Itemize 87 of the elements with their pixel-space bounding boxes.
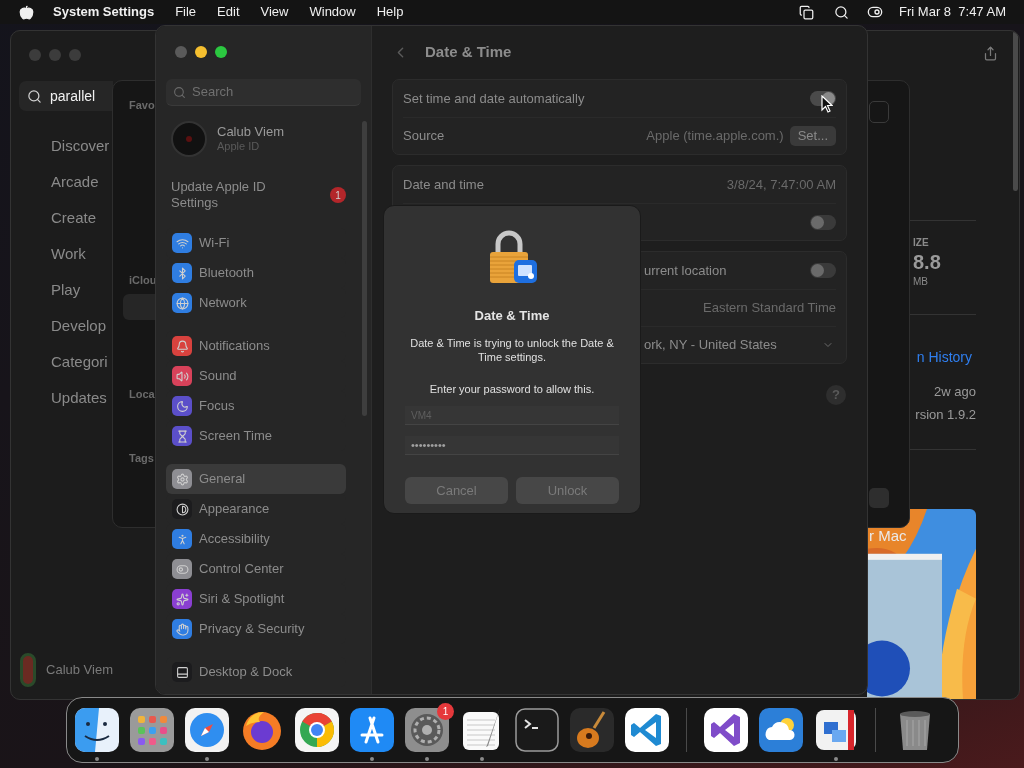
notification-badge: 1 — [437, 703, 454, 720]
menu-item[interactable]: File — [175, 2, 197, 22]
sidebar-heading: Loca — [129, 387, 156, 402]
size-label: IZE — [913, 236, 930, 251]
scrollbar-thumb[interactable] — [1013, 31, 1018, 191]
sidebar-item[interactable]: Create — [11, 200, 113, 236]
sidebar-heading: Favo — [129, 98, 156, 113]
search-field[interactable]: parallel — [19, 81, 113, 111]
app-menu[interactable]: System Settings — [53, 2, 155, 22]
history-link[interactable]: n History — [916, 347, 972, 369]
terminal-icon[interactable] — [513, 706, 561, 754]
location-select[interactable]: ork, NY - United States — [644, 335, 836, 355]
set-button[interactable]: Set... — [789, 126, 836, 146]
search-icon[interactable] — [834, 4, 850, 20]
setting-label: Set time and date automatically — [403, 89, 585, 108]
sidebar-item[interactable]: Develop — [11, 308, 113, 344]
screen-mirroring-icon[interactable] — [799, 4, 815, 20]
setting-label: Date and time — [403, 175, 484, 194]
control-center-icon[interactable] — [867, 4, 884, 20]
sidebar-label: Siri & Spotlight — [199, 590, 285, 609]
setting-value: 3/8/24, 7:47:00 AM — [726, 175, 836, 194]
smiling-face-icon[interactable] — [73, 706, 121, 754]
apple-logo-icon[interactable] — [19, 4, 34, 20]
sidebar-item[interactable]: Updates — [11, 380, 113, 416]
menu-item[interactable]: Window — [309, 2, 356, 22]
code-ribbon-icon[interactable] — [623, 706, 671, 754]
sidebar-label: Control Center — [199, 560, 284, 579]
zoom-button[interactable] — [215, 46, 227, 58]
search-icon — [173, 85, 186, 99]
search-field[interactable]: Search — [166, 79, 361, 106]
size-value: 8.8 — [913, 250, 942, 275]
letter-a-icon[interactable] — [348, 706, 396, 754]
gear-icon[interactable] — [403, 706, 451, 754]
compass-icon[interactable] — [183, 706, 231, 754]
page-title: Date & Time — [425, 41, 512, 62]
notification-badge: 1 — [330, 187, 346, 203]
sidebar-label: General — [199, 470, 246, 489]
dialog-message: Date & Time is trying to unlock the Date & Time settings. — [409, 335, 615, 364]
toggle-switch[interactable] — [810, 214, 836, 230]
dialog-prompt: Enter your password to allow this. — [429, 381, 595, 397]
version-text: rsion 1.9.2 — [915, 405, 976, 424]
menu-clock[interactable]: Fri Mar 8 7:47 AM — [899, 2, 1006, 22]
banner-text: r Mac — [869, 525, 907, 546]
setting-value: Apple (time.apple.com.) — [646, 127, 784, 146]
guitar-icon[interactable] — [568, 706, 616, 754]
sidebar-label: Bluetooth — [199, 264, 254, 283]
setting-label: urrent location — [644, 261, 727, 280]
sidebar-item[interactable]: Discover — [11, 128, 113, 164]
sidebar-label: Sound — [199, 367, 237, 386]
weather-icon[interactable] — [757, 706, 805, 754]
sidebar-item[interactable]: General — [166, 464, 346, 494]
sidebar-label: Desktop & Dock — [199, 663, 293, 682]
menu-item[interactable]: View — [260, 2, 289, 22]
sidebar-label: Privacy & Security — [199, 620, 305, 639]
menu-item[interactable]: Edit — [217, 2, 240, 22]
sidebar-label: Wi-Fi — [199, 234, 230, 253]
minimize-button[interactable] — [195, 46, 207, 58]
avatar — [171, 121, 207, 157]
menu-item[interactable]: Help — [376, 2, 404, 22]
toggle-switch[interactable] — [810, 263, 836, 278]
sidebar-label: Focus — [199, 397, 235, 416]
share-icon[interactable] — [983, 46, 998, 61]
infinity-icon[interactable] — [702, 706, 750, 754]
scrollbar-thumb[interactable] — [362, 121, 367, 416]
sidebar-label: Appearance — [199, 500, 270, 519]
setting-label: Source — [403, 127, 445, 146]
updated-text: 2w ago — [934, 383, 976, 402]
sidebar-item[interactable]: Arcade — [11, 164, 113, 200]
app-grid-icon[interactable] — [128, 706, 176, 754]
sidebar-label: Notifications — [199, 337, 270, 356]
sidebar-heading: Tags — [129, 450, 155, 466]
account-name: Calub Viem — [217, 124, 284, 139]
update-row[interactable]: Update Apple ID Settings 1 — [166, 179, 361, 211]
sidebar-item[interactable]: Play — [11, 272, 113, 308]
cursor-icon — [821, 95, 833, 113]
user-name[interactable]: Calub Viem — [46, 660, 113, 680]
sidebar-label: Network — [199, 294, 247, 313]
text-field[interactable] — [869, 101, 889, 123]
sidebar-item[interactable]: Categori — [11, 344, 113, 380]
sidebar-label: Screen Time — [199, 427, 272, 446]
sidebar-item[interactable]: Work — [11, 236, 113, 272]
size-unit: MB — [913, 275, 929, 290]
dialog-title: Date & Time — [474, 307, 550, 325]
sidebar-label: Accessibility — [199, 530, 270, 549]
setting-value: Eastern Standard Time — [703, 299, 836, 318]
search-icon — [27, 88, 42, 104]
password-field[interactable]: ••••••••• — [405, 436, 619, 455]
